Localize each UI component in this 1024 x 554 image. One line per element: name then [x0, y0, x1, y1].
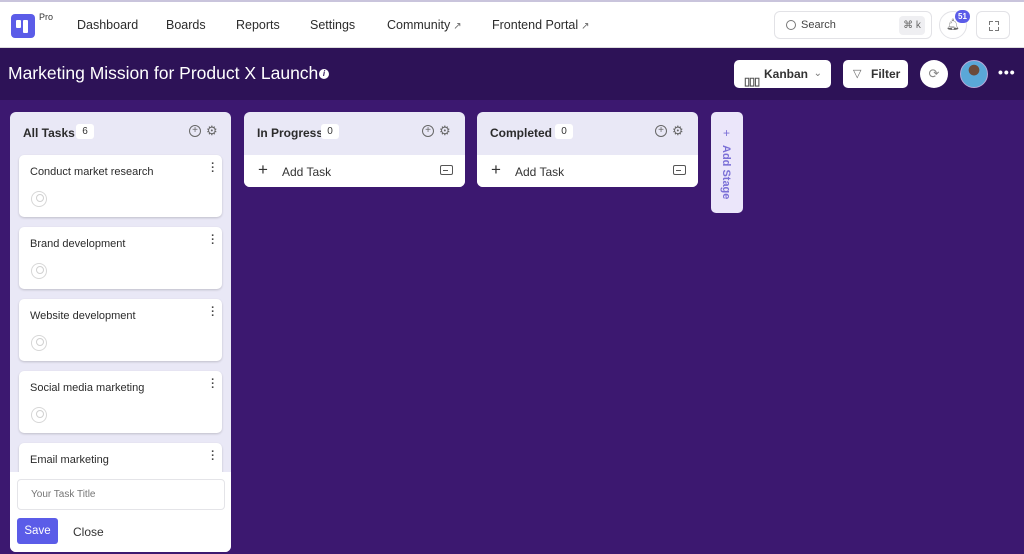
- task-menu-icon[interactable]: · · ·: [211, 447, 215, 466]
- refresh-button[interactable]: ⟳: [920, 60, 948, 88]
- add-circle-icon[interactable]: +: [422, 125, 434, 137]
- column-header: Completed 0 + ⚙: [477, 112, 698, 154]
- assignee-icon[interactable]: [31, 263, 47, 279]
- task-card[interactable]: Brand development · · ·: [19, 227, 222, 289]
- nav-boards[interactable]: Boards: [166, 18, 206, 32]
- column-count-badge: 0: [555, 124, 573, 139]
- search-input[interactable]: Search ⌘ k: [774, 11, 932, 39]
- nav-label: Dashboard: [77, 18, 139, 32]
- column-title: All Tasks: [23, 126, 75, 140]
- card-icon[interactable]: [440, 165, 453, 175]
- add-circle-icon[interactable]: +: [655, 125, 667, 137]
- task-menu-icon[interactable]: · · ·: [211, 231, 215, 250]
- save-button[interactable]: Save: [17, 518, 58, 544]
- search-placeholder: Search: [801, 19, 836, 31]
- search-icon: [786, 20, 796, 30]
- plus-icon: +: [258, 160, 268, 179]
- board-title: Marketing Mission for Product X Launch: [8, 63, 319, 83]
- add-task-button[interactable]: + Add Task: [244, 155, 465, 187]
- add-task-label: Add Task: [515, 165, 565, 179]
- nav-label: Frontend Portal: [492, 18, 579, 32]
- add-stage-button[interactable]: + Add Stage: [711, 112, 743, 213]
- gear-icon[interactable]: ⚙: [439, 123, 451, 139]
- column-count-badge: 6: [76, 124, 94, 139]
- task-menu-icon[interactable]: · · ·: [211, 375, 215, 394]
- column-count-badge: 0: [321, 124, 339, 139]
- task-card[interactable]: Social media marketing · · ·: [19, 371, 222, 433]
- column-completed: Completed 0 + ⚙ + Add Task: [477, 112, 698, 187]
- filter-icon: ▽: [853, 68, 862, 80]
- add-task-label: Add Task: [282, 165, 332, 179]
- board-header: Marketing Mission for Product X Launch i…: [0, 48, 1024, 100]
- more-options-icon[interactable]: •••: [998, 64, 1016, 80]
- filter-button[interactable]: ▽ Filter: [843, 60, 908, 88]
- add-stage-label: Add Stage: [720, 145, 732, 200]
- kanban-icon: ▯▯▯: [744, 76, 760, 88]
- task-title: Social media marketing: [30, 382, 145, 394]
- column-title: In Progress: [257, 126, 324, 140]
- external-link-icon: ↗: [453, 21, 462, 32]
- assignee-icon[interactable]: [31, 335, 47, 351]
- filter-label: Filter: [871, 67, 901, 81]
- column-header: All Tasks 6 + ⚙: [10, 112, 231, 154]
- nav-label: Boards: [166, 18, 206, 32]
- user-avatar[interactable]: [960, 60, 988, 88]
- fullscreen-button[interactable]: [976, 11, 1010, 39]
- nav-settings[interactable]: Settings: [310, 18, 355, 32]
- nav-reports[interactable]: Reports: [236, 18, 280, 32]
- pro-tag: Pro: [39, 12, 54, 22]
- task-menu-icon[interactable]: · · ·: [211, 303, 215, 322]
- nav-frontend-portal[interactable]: Frontend Portal ↗: [492, 18, 590, 32]
- app-logo[interactable]: [11, 14, 35, 38]
- task-title: Conduct market research: [30, 166, 154, 178]
- column-all-tasks: All Tasks 6 + ⚙ Conduct market research …: [10, 112, 231, 552]
- task-title: Website development: [30, 310, 136, 322]
- assignee-icon[interactable]: [31, 191, 47, 207]
- info-icon[interactable]: i: [319, 69, 329, 79]
- search-shortcut: ⌘ k: [899, 16, 925, 35]
- plus-icon: +: [491, 160, 501, 179]
- task-title-input[interactable]: [17, 479, 225, 510]
- notification-count-badge: 51: [955, 10, 970, 23]
- nav-label: Settings: [310, 18, 356, 32]
- view-select-label: Kanban: [764, 67, 809, 81]
- nav-label: Reports: [236, 18, 280, 32]
- chevron-down-icon: ⌄: [813, 68, 822, 79]
- task-card[interactable]: Conduct market research · · ·: [19, 155, 222, 217]
- plus-icon: +: [723, 126, 731, 140]
- external-link-icon: ↗: [581, 21, 590, 32]
- view-select-dropdown[interactable]: ▯▯▯ Kanban ⌄: [734, 60, 831, 88]
- task-title: Email marketing: [30, 454, 109, 466]
- task-card[interactable]: Website development · · ·: [19, 299, 222, 361]
- top-navigation: Pro Dashboard Boards Reports Settings Co…: [0, 0, 1024, 48]
- quick-add-task-form: Save Close: [10, 472, 231, 552]
- close-button[interactable]: Close: [73, 525, 104, 539]
- task-menu-icon[interactable]: · · ·: [211, 159, 215, 178]
- card-icon[interactable]: [673, 165, 686, 175]
- add-circle-icon[interactable]: +: [189, 125, 201, 137]
- nav-label: Community: [387, 18, 451, 32]
- column-title: Completed: [490, 126, 553, 140]
- column-in-progress: In Progress 0 + ⚙ + Add Task: [244, 112, 465, 187]
- task-title: Brand development: [30, 238, 126, 250]
- nav-community[interactable]: Community ↗: [387, 18, 462, 32]
- refresh-icon: ⟳: [928, 66, 940, 81]
- assignee-icon[interactable]: [31, 407, 47, 423]
- gear-icon[interactable]: ⚙: [672, 123, 684, 139]
- column-header: In Progress 0 + ⚙: [244, 112, 465, 154]
- add-task-button[interactable]: + Add Task: [477, 155, 698, 187]
- nav-dashboard[interactable]: Dashboard: [77, 18, 138, 32]
- gear-icon[interactable]: ⚙: [206, 123, 218, 139]
